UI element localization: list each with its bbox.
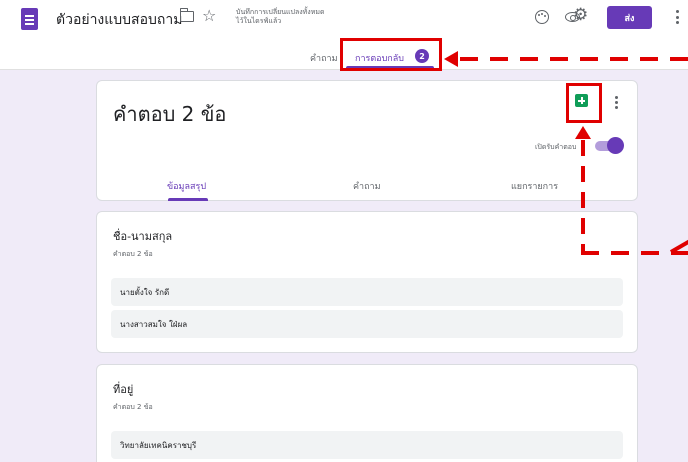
- more-vert-icon[interactable]: [676, 10, 679, 24]
- star-icon[interactable]: ☆: [202, 6, 216, 25]
- question-response-count: คำตอบ 2 ข้อ: [113, 250, 153, 258]
- responses-count-title: คำตอบ 2 ข้อ: [113, 102, 227, 126]
- form-doc-icon[interactable]: [21, 8, 38, 30]
- question-card-name: ชื่อ-นามสกุล คำตอบ 2 ข้อ นายตั้งใจ รักดี…: [96, 211, 638, 353]
- annotation-highlight-sheets-icon: [566, 83, 602, 123]
- annotation-highlight-responses-tab: [340, 38, 442, 71]
- question-card-address: ที่อยู่ คำตอบ 2 ข้อ วิทยาลัยเทคนิคราชบุร…: [96, 364, 638, 462]
- more-vert-icon[interactable]: [615, 96, 618, 110]
- gear-icon[interactable]: ⚙: [573, 7, 588, 24]
- accepting-responses-label: เปิดรับคำตอบ: [535, 143, 577, 151]
- saved-status-line1: บันทึกการเปลี่ยนแปลงทั้งหมด: [236, 8, 325, 16]
- send-button[interactable]: ส่ง: [607, 6, 652, 29]
- subtab-question[interactable]: คำถาม: [353, 179, 381, 193]
- subtab-individual[interactable]: แยกรายการ: [511, 179, 558, 193]
- doc-title[interactable]: ตัวอย่างแบบสอบถาม: [56, 9, 182, 31]
- subtab-summary[interactable]: ข้อมูลสรุป: [167, 179, 206, 193]
- question-title: ชื่อ-นามสกุล: [113, 230, 173, 243]
- annotation-dashed-line: [581, 251, 688, 255]
- question-response-count: คำตอบ 2 ข้อ: [113, 403, 153, 411]
- answer-item: วิทยาลัยเทคนิคราชบุรี: [111, 431, 623, 459]
- toggle-knob[interactable]: [607, 137, 624, 154]
- folder-icon[interactable]: [180, 8, 194, 22]
- annotation-dashed-line: [581, 140, 585, 255]
- saved-status: บันทึกการเปลี่ยนแปลงทั้งหมด ไว้ในไดรฟ์แล…: [236, 8, 376, 26]
- answer-item: นางสาวสมใจ ใฝ่ผล: [111, 310, 623, 338]
- active-subtab-indicator: [168, 198, 208, 201]
- responses-summary-card: คำตอบ 2 ข้อ เปิดรับคำตอบ ข้อมูลสรุป คำถา…: [96, 80, 638, 201]
- annotation-arrow-left: [444, 51, 458, 67]
- tab-questions[interactable]: คำถาม: [310, 51, 338, 65]
- answer-item: นายตั้งใจ รักดี: [111, 278, 623, 306]
- palette-icon[interactable]: [535, 10, 549, 24]
- question-title: ที่อยู่: [113, 383, 134, 396]
- annotation-dashed-line: [460, 57, 688, 61]
- saved-status-line2: ไว้ในไดรฟ์แล้ว: [236, 17, 282, 25]
- annotation-arrow-up: [575, 126, 591, 139]
